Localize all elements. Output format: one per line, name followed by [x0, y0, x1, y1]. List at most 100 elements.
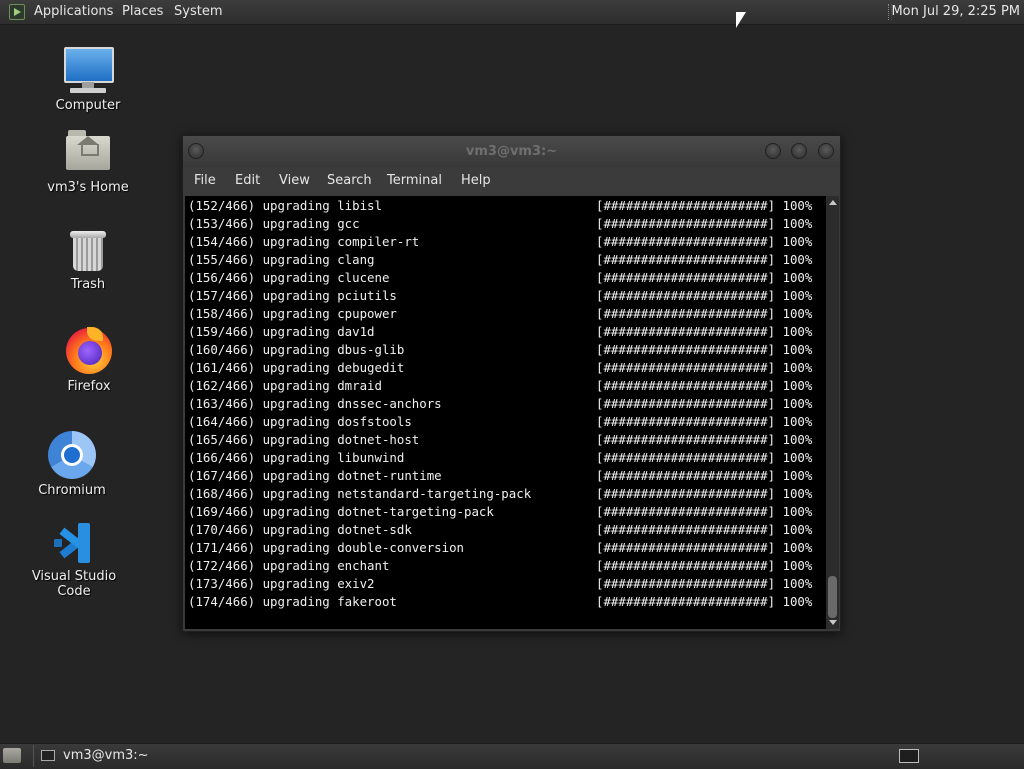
scrollbar-thumb[interactable] [828, 576, 837, 618]
desktop-icon-home[interactable]: vm3's Home [28, 130, 148, 195]
firefox-icon [65, 327, 113, 375]
terminal-line: (169/466) upgrading dotnet-targeting-pac… [188, 503, 812, 521]
progress-text: [######################] 100% [596, 395, 812, 413]
desktop-icon-computer[interactable]: Computer [28, 46, 148, 113]
progress-percent: 100% [782, 198, 813, 213]
progress-text: [######################] 100% [596, 557, 812, 575]
terminal-line-text: (159/466) upgrading dav1d [188, 324, 375, 339]
progress-bar-text: [######################] [596, 378, 776, 393]
terminal-window: vm3@vm3:~ File Edit View Search Terminal… [182, 135, 841, 632]
progress-percent: 100% [782, 450, 813, 465]
terminal-line: (159/466) upgrading dav1d [##############… [188, 323, 812, 341]
window-title: vm3@vm3:~ [465, 144, 558, 159]
progress-percent: 100% [782, 540, 813, 555]
progress-text: [######################] 100% [596, 413, 812, 431]
terminal-line: (157/466) upgrading pciutils [###########… [188, 287, 812, 305]
progress-bar-text: [######################] [596, 306, 776, 321]
progress-bar-text: [######################] [596, 468, 776, 483]
clock[interactable]: Mon Jul 29, 2:25 PM [891, 0, 1020, 24]
progress-text: [######################] 100% [596, 341, 812, 359]
progress-bar-text: [######################] [596, 486, 776, 501]
window-menu-icon[interactable] [188, 143, 204, 159]
scroll-down-icon[interactable] [829, 620, 837, 625]
progress-bar-text: [######################] [596, 414, 776, 429]
window-titlebar[interactable]: vm3@vm3:~ [183, 136, 840, 167]
menu-view[interactable]: View [279, 167, 310, 195]
terminal-scrollbar[interactable] [826, 196, 839, 629]
close-button[interactable] [818, 143, 834, 159]
minimize-button[interactable] [765, 143, 781, 159]
progress-bar-text: [######################] [596, 360, 776, 375]
menu-system[interactable]: System [174, 0, 222, 24]
taskbar-terminal-button[interactable]: vm3@vm3:~ [33, 745, 204, 767]
menu-help[interactable]: Help [461, 167, 491, 195]
applications-logo-icon[interactable] [9, 4, 25, 20]
chromium-icon [48, 431, 96, 479]
progress-percent: 100% [782, 234, 813, 249]
terminal-line: (163/466) upgrading dnssec-anchors [#####… [188, 395, 812, 413]
terminal-line: (168/466) upgrading netstandard-targetin… [188, 485, 812, 503]
terminal-line: (166/466) upgrading libunwind [##########… [188, 449, 812, 467]
desktop-icon-firefox[interactable]: Firefox [29, 327, 149, 394]
menu-edit[interactable]: Edit [235, 167, 260, 195]
progress-percent: 100% [782, 522, 813, 537]
workspace-switcher[interactable] [899, 749, 919, 763]
progress-text: [######################] 100% [596, 233, 812, 251]
desktop-icon-label: Trash [70, 277, 106, 292]
progress-text: [######################] 100% [596, 323, 812, 341]
menu-terminal[interactable]: Terminal [387, 167, 442, 195]
progress-bar-text: [######################] [596, 576, 776, 591]
show-desktop-icon[interactable] [3, 748, 21, 763]
terminal-line: (158/466) upgrading cpupower [###########… [188, 305, 812, 323]
desktop-icon-vscode[interactable]: Visual Studio Code [14, 521, 134, 599]
terminal-line-text: (152/466) upgrading libisl [188, 198, 382, 213]
desktop-icon-trash[interactable]: Trash [28, 229, 148, 292]
progress-percent: 100% [782, 360, 813, 375]
terminal-line-text: (163/466) upgrading dnssec-anchors [188, 396, 442, 411]
progress-percent: 100% [782, 414, 813, 429]
maximize-button[interactable] [791, 143, 807, 159]
progress-bar-text: [######################] [596, 270, 776, 285]
progress-percent: 100% [782, 504, 813, 519]
terminal-line-text: (174/466) upgrading fakeroot [188, 594, 397, 609]
progress-percent: 100% [782, 558, 813, 573]
progress-bar-text: [######################] [596, 522, 776, 537]
menu-places[interactable]: Places [122, 0, 163, 24]
terminal-line-text: (165/466) upgrading dotnet-host [188, 432, 420, 447]
progress-text: [######################] 100% [596, 377, 812, 395]
progress-percent: 100% [782, 342, 813, 357]
progress-bar-text: [######################] [596, 540, 776, 555]
trash-icon [68, 229, 108, 273]
terminal-line-text: (160/466) upgrading dbus-glib [188, 342, 405, 357]
progress-bar-text: [######################] [596, 450, 776, 465]
progress-text: [######################] 100% [596, 521, 812, 539]
desktop-icon-label: Computer [55, 98, 121, 113]
progress-text: [######################] 100% [596, 575, 812, 593]
desktop-icon-label: vm3's Home [47, 180, 129, 195]
terminal-line-text: (168/466) upgrading netstandard-targetin… [188, 486, 532, 501]
bottom-panel: vm3@vm3:~ [0, 743, 1024, 769]
progress-bar-text: [######################] [596, 504, 776, 519]
progress-percent: 100% [782, 432, 813, 447]
terminal-line-text: (162/466) upgrading dmraid [188, 378, 382, 393]
terminal-line: (152/466) upgrading libisl [#############… [188, 197, 812, 215]
progress-percent: 100% [782, 396, 813, 411]
menu-search[interactable]: Search [327, 167, 372, 195]
menu-applications[interactable]: Applications [34, 0, 113, 24]
desktop-icon-chromium[interactable]: Chromium [12, 431, 132, 498]
progress-text: [######################] 100% [596, 269, 812, 287]
terminal-line-text: (158/466) upgrading cpupower [188, 306, 397, 321]
menu-file[interactable]: File [194, 167, 216, 195]
top-panel: Applications Places System Mon Jul 29, 2… [0, 0, 1024, 25]
terminal-output[interactable]: (152/466) upgrading libisl [#############… [185, 196, 826, 629]
desktop-icon-label: Firefox [67, 379, 111, 394]
scroll-up-icon[interactable] [829, 200, 837, 205]
progress-text: [######################] 100% [596, 593, 812, 611]
terminal-line-text: (167/466) upgrading dotnet-runtime [188, 468, 442, 483]
taskbar-label: vm3@vm3:~ [63, 748, 149, 763]
progress-text: [######################] 100% [596, 287, 812, 305]
terminal-line: (165/466) upgrading dotnet-host [########… [188, 431, 812, 449]
progress-percent: 100% [782, 288, 813, 303]
terminal-line-text: (161/466) upgrading debugedit [188, 360, 405, 375]
progress-text: [######################] 100% [596, 449, 812, 467]
